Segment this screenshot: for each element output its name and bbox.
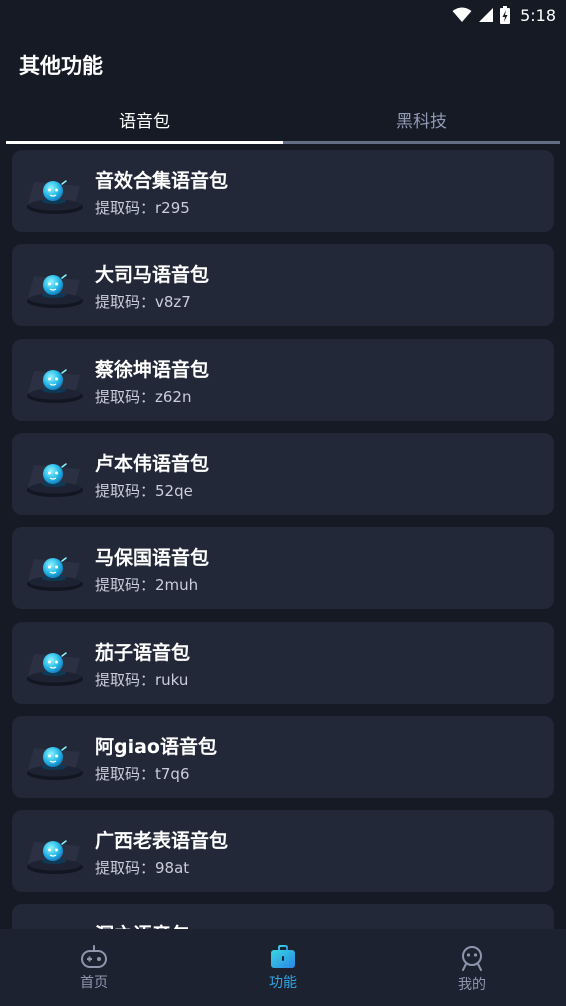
voice-pack-card[interactable]: 洞之语音包 — [12, 904, 554, 930]
tab-bar: 语音包 黑科技 — [6, 96, 560, 146]
status-time: 5:18 — [520, 5, 556, 25]
voice-pack-code: 提取码：ruku — [95, 670, 189, 689]
voice-pack-list[interactable]: 音效合集语音包提取码：r295 大司马语音包提取码：v8z7 蔡徐坤语音包提取码：z… — [12, 150, 554, 930]
bottom-nav: 首页 功能 我的 — [0, 929, 566, 1006]
voice-pack-card[interactable]: 茄子语音包提取码：ruku — [12, 621, 554, 704]
voice-pack-code: 提取码：98at — [95, 859, 190, 878]
page-title: 其他功能 — [19, 54, 103, 78]
voice-bot-icon — [22, 824, 88, 878]
nav-functions-label: 功能 — [269, 975, 297, 991]
voice-pack-code: 提取码：z62n — [95, 387, 192, 406]
nav-mine[interactable]: 我的 — [378, 929, 566, 1006]
voice-pack-code: 提取码：52qe — [95, 481, 193, 500]
voice-pack-card[interactable]: 卢本伟语音包提取码：52qe — [12, 432, 554, 515]
voice-bot-icon — [22, 258, 88, 312]
toolbox-icon — [271, 945, 295, 968]
tab-black-tech[interactable]: 黑科技 — [283, 96, 560, 142]
status-bar: 5:18 — [0, 0, 566, 30]
voice-bot-icon — [22, 164, 88, 218]
voice-bot-icon — [22, 541, 88, 595]
voice-pack-title: 大司马语音包 — [95, 264, 210, 287]
voice-bot-icon — [22, 730, 88, 784]
voice-pack-title: 阿giao语音包 — [95, 735, 217, 758]
voice-pack-code: 提取码：2muh — [95, 576, 199, 595]
voice-pack-title: 蔡徐坤语音包 — [95, 358, 210, 381]
cell-signal-icon — [479, 8, 494, 22]
voice-pack-code: 提取码：t7q6 — [95, 764, 190, 783]
voice-bot-icon — [22, 636, 88, 690]
voice-pack-title: 马保国语音包 — [95, 547, 210, 570]
nav-functions[interactable]: 功能 — [189, 929, 377, 1006]
voice-pack-title: 广西老表语音包 — [95, 830, 229, 853]
voice-pack-card[interactable]: 马保国语音包提取码：2muh — [12, 527, 554, 610]
nav-home-label: 首页 — [80, 975, 108, 991]
voice-bot-icon — [22, 353, 88, 407]
nav-home[interactable]: 首页 — [0, 929, 188, 1006]
voice-pack-card[interactable]: 大司马语音包提取码：v8z7 — [12, 244, 554, 327]
tab-indicator — [6, 141, 283, 144]
gamepad-icon — [81, 945, 107, 968]
voice-bot-icon — [22, 447, 88, 501]
voice-pack-card[interactable]: 阿giao语音包提取码：t7q6 — [12, 715, 554, 798]
tab-voice-packs[interactable]: 语音包 — [6, 96, 283, 142]
voice-pack-title: 音效合集语音包 — [95, 170, 229, 192]
voice-pack-code: 提取码：r295 — [95, 199, 190, 217]
wifi-icon — [452, 7, 472, 22]
voice-pack-card[interactable]: 音效合集语音包提取码：r295 — [12, 150, 554, 232]
robot-face-icon — [462, 946, 482, 971]
nav-mine-label: 我的 — [458, 977, 486, 993]
voice-pack-title: 茄子语音包 — [95, 641, 191, 664]
voice-pack-code: 提取码：v8z7 — [95, 293, 191, 312]
voice-pack-card[interactable]: 广西老表语音包提取码：98at — [12, 810, 554, 893]
battery-charging-icon — [500, 6, 511, 24]
voice-pack-title: 卢本伟语音包 — [95, 452, 210, 475]
voice-pack-card[interactable]: 蔡徐坤语音包提取码：z62n — [12, 338, 554, 421]
